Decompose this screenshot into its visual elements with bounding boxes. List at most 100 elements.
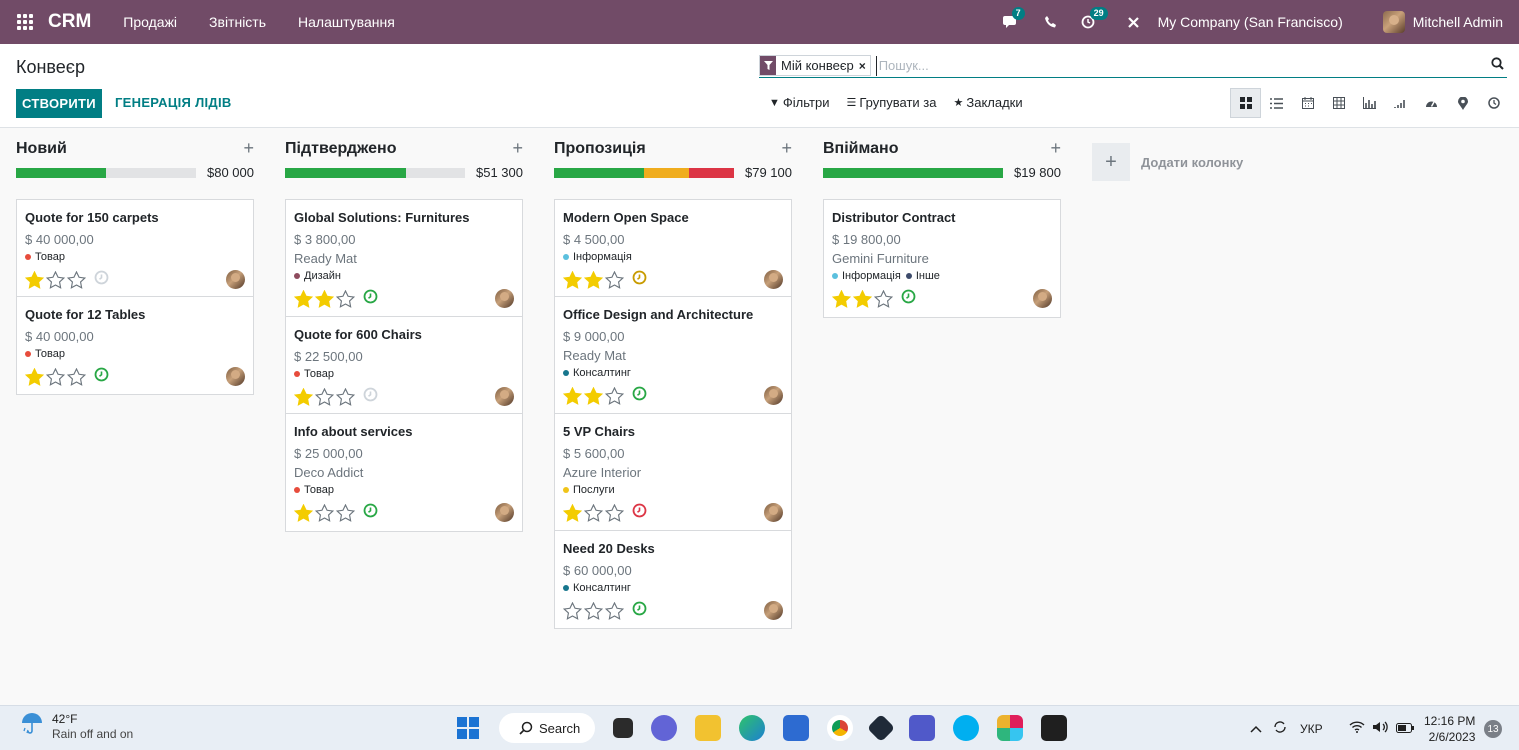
quick-create-icon[interactable]: + — [781, 138, 792, 159]
file-explorer-icon[interactable] — [695, 715, 721, 741]
star-filled-icon[interactable] — [294, 504, 313, 522]
pivot-view-icon[interactable] — [1323, 88, 1354, 118]
star-filled-icon[interactable] — [584, 271, 603, 289]
search-input[interactable] — [875, 55, 1456, 76]
salesperson-avatar[interactable] — [226, 270, 245, 289]
salesperson-avatar[interactable] — [764, 270, 783, 289]
store-icon[interactable] — [783, 715, 809, 741]
salesperson-avatar[interactable] — [764, 386, 783, 405]
weather-widget[interactable]: 42°F Rain off and on — [20, 712, 133, 742]
activity-clock-icon[interactable] — [363, 289, 380, 309]
lead-card[interactable]: Modern Open Space $ 4 500,00 Інформація — [555, 200, 791, 297]
add-column[interactable]: + Додати колонку — [1092, 143, 1243, 181]
menu-configuration[interactable]: Налаштування — [298, 14, 395, 30]
star-empty-icon[interactable] — [46, 368, 65, 386]
create-button[interactable]: СТВОРИТИ — [16, 89, 102, 118]
star-empty-icon[interactable] — [67, 368, 86, 386]
search-icon[interactable] — [1491, 56, 1504, 75]
facet-remove-icon[interactable]: × — [859, 59, 870, 73]
slack-icon[interactable] — [997, 715, 1023, 741]
sync-icon[interactable] — [1272, 720, 1288, 737]
quick-create-icon[interactable]: + — [512, 138, 523, 159]
star-empty-icon[interactable] — [874, 290, 893, 308]
progress-segment[interactable] — [285, 168, 406, 178]
star-empty-icon[interactable] — [605, 602, 624, 620]
lead-card[interactable]: Quote for 12 Tables $ 40 000,00 Товар — [17, 297, 253, 394]
kanban-view-icon[interactable] — [1230, 88, 1261, 118]
taskbar-search[interactable]: Search — [499, 713, 595, 743]
chat-app-icon[interactable] — [651, 715, 677, 741]
progress-segment[interactable] — [823, 168, 1003, 178]
user-avatar[interactable] — [1382, 11, 1405, 33]
calendar-view-icon[interactable] — [1292, 88, 1323, 118]
star-empty-icon[interactable] — [605, 504, 624, 522]
chevron-up-icon[interactable] — [1250, 722, 1262, 736]
notification-count[interactable]: 13 — [1484, 720, 1502, 738]
star-empty-icon[interactable] — [584, 602, 603, 620]
activity-view-icon[interactable] — [1478, 88, 1509, 118]
progress-segment[interactable] — [554, 168, 644, 178]
salesperson-avatar[interactable] — [495, 387, 514, 406]
lead-card[interactable]: Quote for 150 carpets $ 40 000,00 Товар — [17, 200, 253, 297]
star-empty-icon[interactable] — [584, 504, 603, 522]
user-menu[interactable]: Mitchell Admin — [1413, 14, 1503, 30]
lead-card[interactable]: Office Design and Architecture $ 9 000,00… — [555, 297, 791, 414]
menu-reporting[interactable]: Звітність — [209, 14, 266, 30]
star-empty-icon[interactable] — [336, 388, 355, 406]
taskbar-clock[interactable]: 12:16 PM 2/6/2023 — [1424, 713, 1475, 745]
activity-clock-icon[interactable] — [632, 270, 649, 290]
messages-button[interactable]: 7 — [1002, 7, 1025, 29]
sticky-notes-icon[interactable] — [1041, 715, 1067, 741]
map-view-icon[interactable] — [1447, 88, 1478, 118]
star-filled-icon[interactable] — [294, 388, 313, 406]
star-filled-icon[interactable] — [25, 271, 44, 289]
skype-icon[interactable] — [953, 715, 979, 741]
column-title[interactable]: Підтверджено — [285, 140, 396, 158]
salesperson-avatar[interactable] — [226, 367, 245, 386]
edge-icon[interactable] — [739, 715, 765, 741]
group-by-toggle[interactable]: ☰ Групувати за — [846, 95, 936, 110]
activity-clock-icon[interactable] — [94, 367, 111, 387]
lead-card[interactable]: 5 VP Chairs $ 5 600,00 Azure Interior Послу… — [555, 414, 791, 531]
star-filled-icon[interactable] — [25, 368, 44, 386]
app-brand[interactable]: CRM — [48, 11, 91, 33]
star-filled-icon[interactable] — [563, 504, 582, 522]
activity-clock-icon[interactable] — [901, 289, 918, 309]
column-title[interactable]: Впіймано — [823, 140, 898, 158]
quick-create-icon[interactable]: + — [243, 138, 254, 159]
lead-card[interactable]: Distributor Contract $ 19 800,00 Gemini Fu… — [824, 200, 1060, 317]
wifi-icon[interactable] — [1349, 721, 1365, 736]
teams-icon[interactable] — [909, 715, 935, 741]
volume-icon[interactable] — [1372, 721, 1388, 736]
star-empty-icon[interactable] — [605, 271, 624, 289]
lead-card[interactable]: Global Solutions: Furnitures $ 3 800,00 Re… — [286, 200, 522, 317]
star-empty-icon[interactable] — [563, 602, 582, 620]
star-filled-icon[interactable] — [584, 387, 603, 405]
quick-create-icon[interactable]: + — [1050, 138, 1061, 159]
star-filled-icon[interactable] — [294, 290, 313, 308]
lead-card[interactable]: Quote for 600 Chairs $ 22 500,00 Товар — [286, 317, 522, 414]
activity-clock-icon[interactable] — [94, 270, 111, 290]
column-title[interactable]: Новий — [16, 140, 67, 158]
list-view-icon[interactable] — [1261, 88, 1292, 118]
star-empty-icon[interactable] — [336, 290, 355, 308]
lead-card[interactable]: Info about services $ 25 000,00 Deco Addic… — [286, 414, 522, 531]
progress-segment[interactable] — [16, 168, 106, 178]
progress-segment[interactable] — [689, 168, 734, 178]
column-title[interactable]: Пропозиція — [554, 140, 646, 158]
battery-icon[interactable] — [1395, 722, 1414, 736]
star-empty-icon[interactable] — [605, 387, 624, 405]
salesperson-avatar[interactable] — [495, 503, 514, 522]
filters-toggle[interactable]: ▼ Фільтри — [769, 95, 829, 110]
star-empty-icon[interactable] — [315, 504, 334, 522]
star-empty-icon[interactable] — [315, 388, 334, 406]
menu-sales[interactable]: Продажі — [123, 14, 177, 30]
star-empty-icon[interactable] — [46, 271, 65, 289]
star-filled-icon[interactable] — [563, 271, 582, 289]
task-view-icon[interactable] — [613, 718, 633, 738]
star-empty-icon[interactable] — [336, 504, 355, 522]
cohort-view-icon[interactable] — [1385, 88, 1416, 118]
activity-clock-icon[interactable] — [632, 601, 649, 621]
activities-button[interactable]: 29 — [1081, 7, 1108, 29]
progress-segment[interactable] — [644, 168, 689, 178]
